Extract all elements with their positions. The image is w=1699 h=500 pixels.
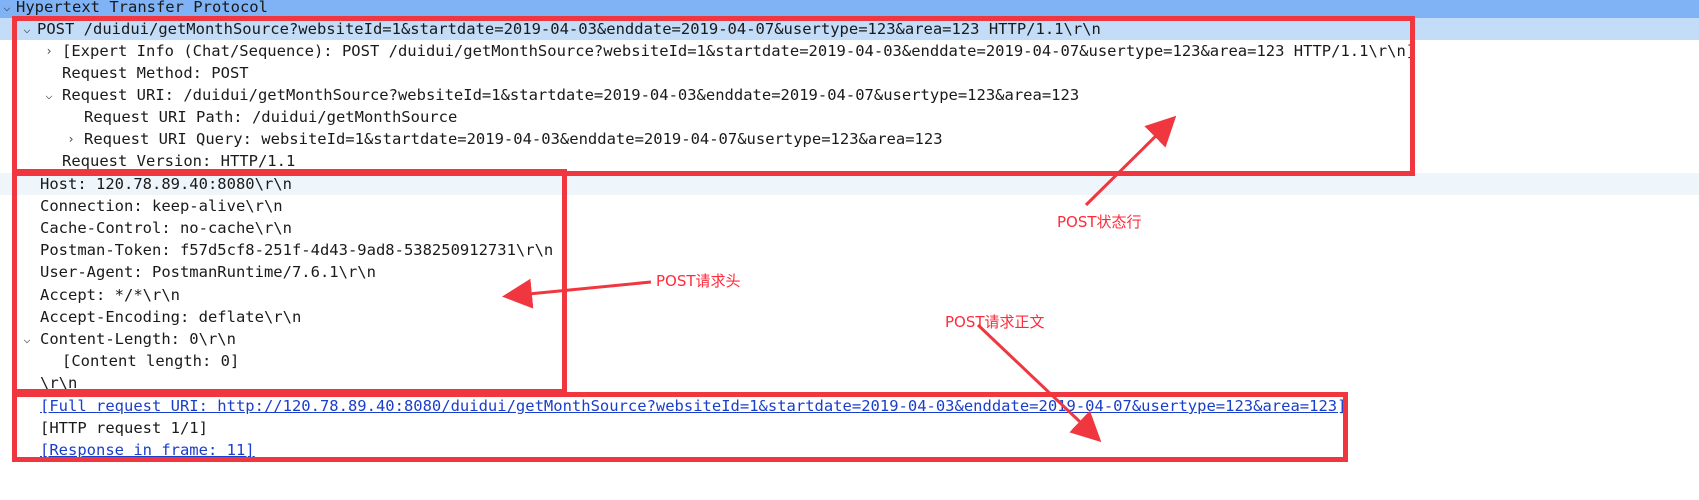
tree-label: Hypertext Transfer Protocol <box>16 0 268 16</box>
request-headers-highlight-box <box>12 169 567 394</box>
status-line-highlight-box <box>12 16 1415 176</box>
status-line-annotation: POST状态行 <box>1057 213 1142 231</box>
request-headers-annotation: POST请求头 <box>656 272 741 290</box>
request-body-annotation: POST请求正文 <box>945 313 1045 331</box>
request-body-highlight-box <box>12 392 1348 462</box>
